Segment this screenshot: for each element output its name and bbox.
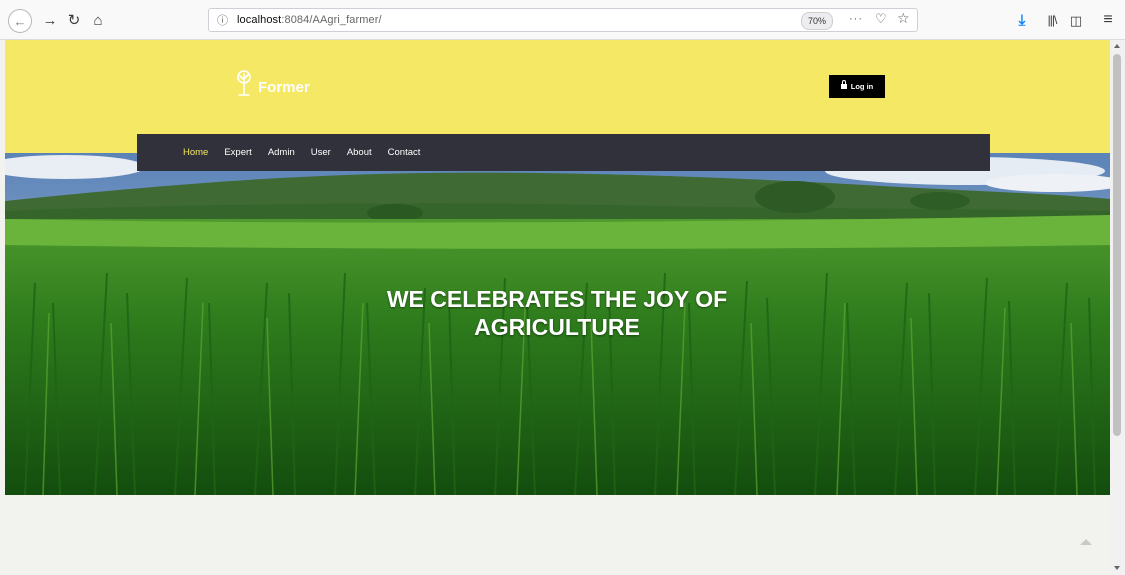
scrollbar-thumb[interactable] (1113, 54, 1121, 436)
forward-icon[interactable]: → (40, 10, 60, 30)
nav-item-about[interactable]: About (347, 147, 372, 158)
library-icon[interactable]: |||\ (1042, 10, 1062, 30)
hero-section: WE CELEBRATES THE JOY OF AGRICULTURE (5, 153, 1110, 495)
nav-item-expert[interactable]: Expert (224, 147, 251, 158)
page-actions-icon[interactable]: ··· (849, 13, 863, 25)
address-bar[interactable]: ⓘ localhost:8084/AAgri_farmer/ 70% ··· ♡… (208, 8, 918, 32)
tree-logo-icon (237, 70, 251, 96)
back-icon[interactable]: ← (8, 9, 32, 33)
sidebar-icon[interactable]: ◫ (1066, 10, 1086, 30)
scroll-to-top-icon[interactable] (1080, 539, 1092, 545)
download-icon[interactable]: ⤓ (1012, 10, 1032, 30)
page-viewport: Former Log in WE CELEBRATES THE JOY OF A… (5, 40, 1110, 573)
nav-item-admin[interactable]: Admin (268, 147, 295, 158)
site-logo[interactable]: Former (233, 68, 310, 100)
browser-toolbar: ← → ↻ ⌂ ⓘ localhost:8084/AAgri_farmer/ 7… (0, 0, 1125, 40)
home-icon[interactable]: ⌂ (88, 10, 108, 30)
reload-icon[interactable]: ↻ (64, 10, 84, 30)
page-scrollbar[interactable] (1110, 40, 1125, 575)
url-host: localhost (237, 14, 282, 26)
login-label: Log in (850, 82, 874, 91)
nav-item-user[interactable]: User (311, 147, 331, 158)
nav-item-home[interactable]: Home (183, 147, 208, 158)
hamburger-menu-icon[interactable]: ≡ (1098, 10, 1118, 30)
nav-item-contact[interactable]: Contact (388, 147, 421, 158)
login-button[interactable]: Log in (829, 75, 885, 98)
brand-name: Former (258, 78, 310, 96)
lock-icon (840, 80, 847, 90)
hero-heading: WE CELEBRATES THE JOY OF AGRICULTURE (386, 286, 728, 340)
pocket-icon[interactable]: ♡ (875, 11, 887, 27)
url-text[interactable]: localhost:8084/AAgri_farmer/ (237, 14, 382, 26)
scroll-down-arrow-icon[interactable] (1114, 566, 1120, 570)
main-navbar: Home Expert Admin User About Contact (137, 134, 990, 171)
zoom-badge[interactable]: 70% (801, 12, 834, 30)
site-info-icon[interactable]: ⓘ (217, 12, 228, 28)
url-path: :8084/AAgri_farmer/ (281, 14, 382, 26)
scroll-up-arrow-icon[interactable] (1114, 44, 1120, 48)
bookmark-star-icon[interactable]: ☆ (897, 10, 910, 27)
